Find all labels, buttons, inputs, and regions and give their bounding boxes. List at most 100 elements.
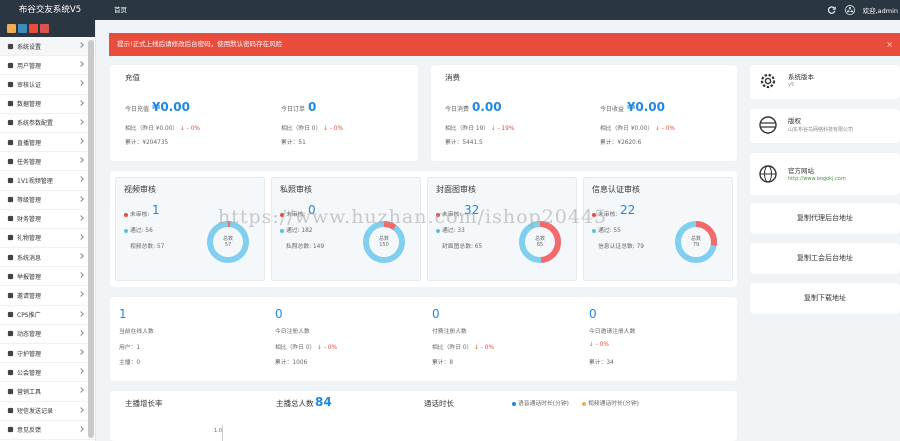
sidebar-item[interactable]: 系统设置 — [0, 37, 95, 57]
chevron-right-icon — [78, 157, 84, 163]
tool-icon[interactable] — [7, 24, 16, 33]
stat-line-label: 相比（昨日 0） — [432, 345, 473, 351]
sidebar-item-label: 守护管理 — [17, 350, 42, 358]
refresh-icon[interactable] — [827, 5, 837, 15]
sidebar-item[interactable]: 系统消息 — [0, 248, 95, 268]
chevron-right-icon — [78, 349, 84, 355]
copyright-box: 版权 山东布谷鸟网络科技有限公司 — [750, 109, 900, 143]
today-recharge-label: 今日充值 — [125, 106, 150, 113]
phone-icon — [6, 176, 14, 184]
sidebar-item[interactable]: 邀请管理 — [0, 286, 95, 306]
legend-label: 视频通话时长(分钟) — [588, 401, 639, 407]
website-box[interactable]: 官方网站 http://www.bogokj.com — [750, 153, 900, 195]
sidebar-item[interactable]: 系统参数配置 — [0, 114, 95, 133]
chevron-right-icon — [78, 99, 84, 106]
sidebar-item-label: 审核认证 — [17, 81, 42, 89]
stat-value: 1 — [119, 307, 127, 321]
today-recharge-value: ¥0.00 — [152, 100, 190, 114]
donut-center-value: 57 — [224, 242, 232, 248]
donut-center-value: 79 — [692, 242, 700, 248]
today-recharge: 今日充值 ¥0.00 — [125, 100, 190, 114]
compare-change: ↓ - 0% — [323, 126, 343, 132]
sidebar-item[interactable]: CPS推广 — [0, 306, 95, 325]
review-donut — [207, 221, 249, 263]
sidebar-item-label: 意见反馈 — [17, 427, 42, 435]
total-text: 累计：51 — [281, 140, 306, 146]
recharge-card: 充值 今日充值 ¥0.00 今日订单 0 相比（昨日 ¥0.00） ↓ - 0% 相… — [110, 65, 418, 161]
compare-label: 相比（昨日 19） — [445, 126, 490, 132]
duration-label: 通话时长 — [424, 399, 454, 408]
sidebar-item[interactable]: 营销工具 — [0, 382, 95, 402]
today-consume: 今日消费 0.00 — [445, 100, 502, 114]
review-donut — [363, 221, 405, 263]
legend-dot — [582, 401, 586, 406]
stats-card: 1 当前在线人数 用户：1 主播：0 0 今日注册人数 相比（昨日 0） ↓ - 0% 累计… — [110, 297, 737, 381]
chevron-right-icon — [78, 176, 84, 183]
flag-icon — [6, 272, 14, 280]
copy-guild-url-button[interactable]: 复制工会后台地址 — [750, 243, 900, 274]
avatar[interactable] — [844, 5, 855, 15]
copy-agent-url-button[interactable]: 复制代理后台地址 — [750, 203, 900, 234]
stat-line: 累计：1006 — [275, 360, 308, 366]
card-title: 消费 — [445, 73, 460, 82]
review-panel: 封面图审核 未审核: 32 通过: 33 封面图总数: 65 总数 65 — [427, 177, 577, 281]
sidebar-item[interactable]: 举报管理 — [0, 267, 95, 287]
watermark: https://www.huzhan.com/ishop20445 — [218, 206, 608, 228]
sidebar-scrollbar[interactable] — [88, 40, 94, 438]
chevron-right-icon — [78, 272, 84, 279]
total-text: 累计：¥204735 — [125, 140, 169, 146]
anchors-label: 主播总人数 — [276, 399, 314, 408]
version-value: v5 — [788, 82, 795, 88]
sidebar-item[interactable]: 任务管理 — [0, 152, 95, 172]
copy-download-url-button[interactable]: 复制下载地址 — [750, 283, 900, 314]
chevron-right-icon — [78, 387, 84, 394]
sidebar-item[interactable]: 短信发送记录 — [0, 402, 95, 421]
sidebar-item-label: 公会管理 — [17, 369, 42, 377]
sidebar-item[interactable]: 用户管理 — [0, 56, 95, 76]
sidebar-item-label: 营销工具 — [17, 388, 42, 396]
chevron-right-icon — [78, 253, 84, 259]
tab-home[interactable]: 首页 — [114, 0, 127, 20]
sidebar-item[interactable]: 数据管理 — [0, 95, 95, 114]
task-icon — [6, 157, 14, 165]
chevron-right-icon — [78, 425, 84, 432]
donut-center-label: 总数 — [378, 236, 389, 242]
sidebar-item-label: 系统参数配置 — [17, 120, 54, 128]
copyright-icon — [758, 115, 778, 137]
stat-label: 今日注册人数 — [275, 329, 310, 335]
sidebar-item-label: 动态管理 — [17, 331, 42, 339]
version-title: 系统版本 — [788, 73, 814, 81]
chevron-right-icon — [78, 138, 84, 144]
doc-icon[interactable] — [18, 24, 27, 33]
sidebar-item[interactable]: 礼物管理 — [0, 229, 95, 249]
sidebar-item[interactable]: 意见反馈 — [0, 421, 95, 440]
sidebar-item[interactable]: 1V1视频管理 — [0, 171, 95, 191]
stat-change: ↓ - 0% — [474, 345, 494, 351]
stat-label: 当前在线人数 — [119, 329, 154, 335]
user-name[interactable]: 欢迎,admin — [863, 5, 898, 15]
sidebar-item-label: 1V1视频管理 — [17, 177, 53, 185]
legend-label: 语音通话时长(分钟) — [518, 401, 569, 407]
user-icon — [6, 61, 14, 69]
donut-center-label: 总数 — [222, 236, 233, 242]
sidebar-item[interactable]: 等级管理 — [0, 191, 95, 210]
sidebar-item[interactable]: 财务管理 — [0, 210, 95, 229]
close-icon[interactable]: × — [886, 33, 893, 56]
sms-icon — [6, 407, 14, 415]
sidebar: 系统设置 用户管理审核认证数据管理系统参数配置直播管理 任务管理 1V1视频管理等级管… — [0, 20, 96, 441]
sidebar-item[interactable]: 审核认证 — [0, 75, 95, 95]
review-donut — [519, 221, 561, 263]
compare-label: 相比（昨日 0） — [281, 126, 322, 132]
donut-center: 总数 65 — [530, 235, 550, 248]
today-orders-label: 今日订单 — [281, 106, 306, 113]
gear-icon — [758, 71, 778, 93]
website-link[interactable]: http://www.bogokj.com — [788, 176, 846, 182]
total-text: 累计：¥2620.6 — [600, 140, 642, 146]
sidebar-item[interactable]: 动态管理 — [0, 325, 95, 344]
sidebar-item[interactable]: 守护管理 — [0, 344, 95, 364]
sidebar-item[interactable]: 公会管理 — [0, 363, 95, 383]
trash-icon[interactable] — [29, 24, 38, 33]
sidebar-item[interactable]: 直播管理 — [0, 133, 95, 153]
stat-value: 0 — [589, 307, 597, 321]
logout-icon[interactable] — [40, 24, 49, 33]
